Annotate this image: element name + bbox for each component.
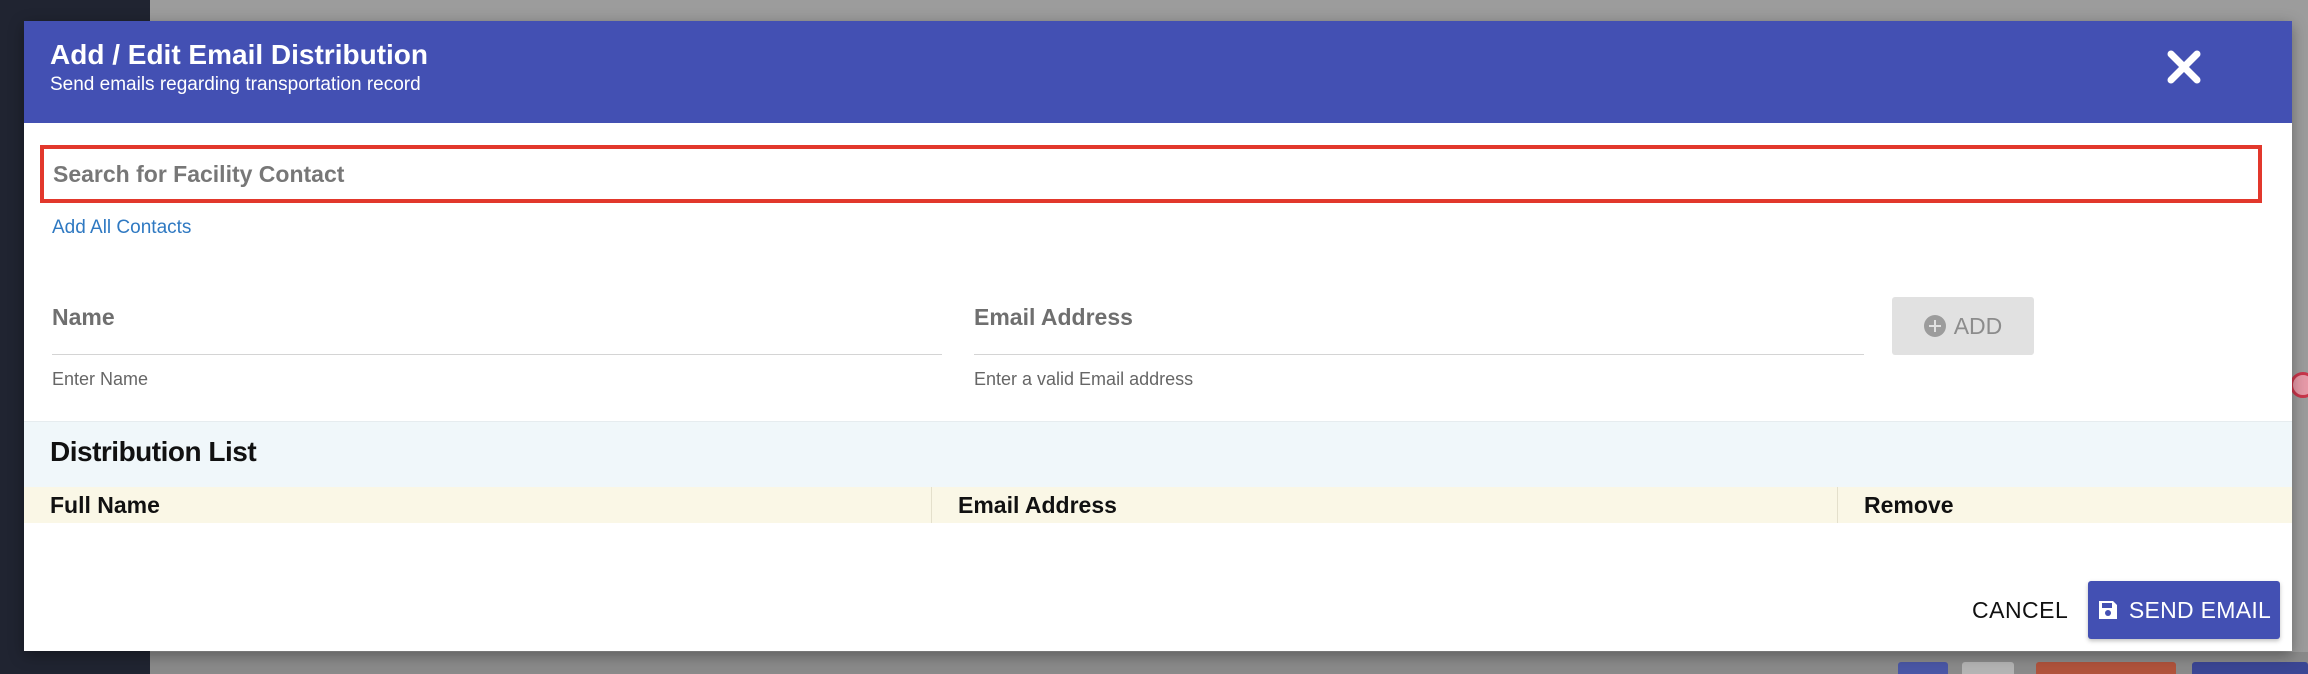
- plus-circle-icon: [1923, 315, 1946, 337]
- add-button-label: ADD: [1953, 312, 2003, 339]
- cancel-button[interactable]: CANCEL: [1964, 581, 2076, 639]
- email-distribution-modal: Add / Edit Email Distribution Send email…: [24, 21, 2292, 651]
- modal-header: Add / Edit Email Distribution Send email…: [24, 21, 2292, 123]
- column-header-email-address: Email Address: [932, 487, 1838, 523]
- background-button: [1898, 662, 1948, 674]
- email-label: Email Address: [974, 304, 1133, 330]
- background-button: [2192, 662, 2308, 674]
- background-button: [1962, 662, 2014, 674]
- distribution-list-section: Distribution List: [24, 421, 2292, 487]
- modal-title: Add / Edit Email Distribution: [50, 39, 428, 70]
- email-input[interactable]: [974, 345, 1864, 355]
- column-header-remove: Remove: [1864, 492, 1954, 518]
- send-email-label: SEND EMAIL: [2128, 596, 2272, 623]
- distribution-table-header: Full Name Email Address Remove: [24, 487, 2292, 523]
- close-button[interactable]: [2164, 47, 2204, 87]
- send-email-button[interactable]: SEND EMAIL: [2088, 581, 2280, 639]
- name-label: Name: [52, 304, 115, 330]
- column-header-full-name: Full Name: [24, 487, 932, 523]
- facility-contact-search: [40, 145, 2262, 203]
- name-input[interactable]: [52, 345, 942, 355]
- search-input[interactable]: [44, 149, 2258, 199]
- save-icon: [2098, 601, 2117, 619]
- email-field: Email Address Enter a valid Email addres…: [974, 301, 1864, 390]
- modal-subtitle: Send emails regarding transportation rec…: [50, 74, 421, 95]
- close-icon: [2167, 50, 2201, 84]
- distribution-list-title: Distribution List: [50, 436, 257, 467]
- email-helper-text: Enter a valid Email address: [974, 369, 1194, 389]
- add-contact-button[interactable]: ADD: [1892, 297, 2034, 355]
- add-all-contacts-link[interactable]: Add All Contacts: [52, 217, 191, 239]
- name-helper-text: Enter Name: [52, 369, 149, 389]
- name-field: Name Enter Name: [52, 301, 942, 390]
- background-button: [2036, 662, 2176, 674]
